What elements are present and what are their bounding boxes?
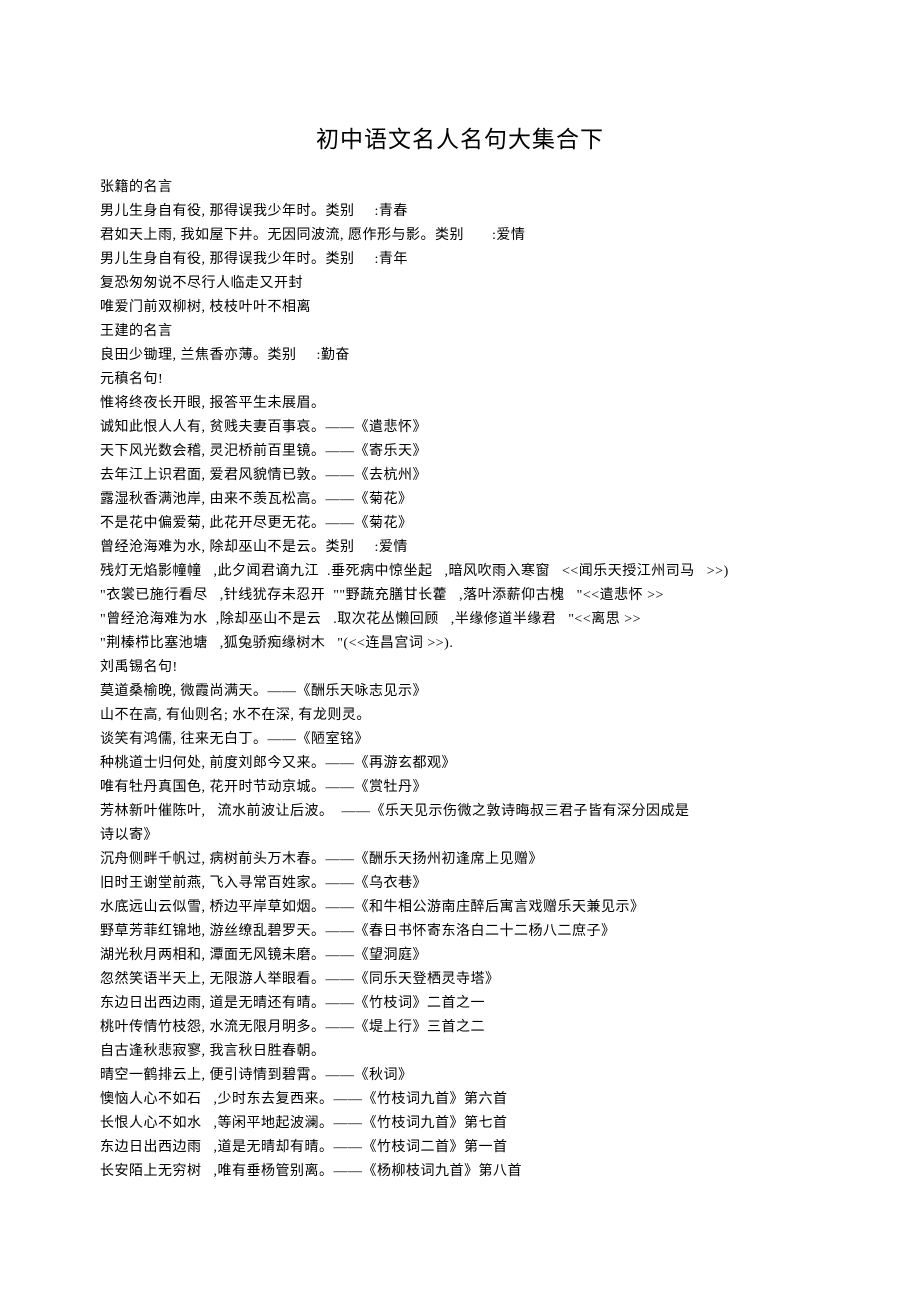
text-line: 桃叶传情竹枝怨, 水流无限月明多。——《堤上行》三首之二 <box>100 1016 820 1040</box>
text-line: 晴空一鹤排云上, 便引诗情到碧霄。——《秋词》 <box>100 1064 820 1088</box>
text-line: 自古逢秋悲寂寥, 我言秋日胜春朝。 <box>100 1040 820 1064</box>
text-line: 张籍的名言 <box>100 176 820 200</box>
text-line: 种桃道士归何处, 前度刘郎今又来。——《再游玄都观》 <box>100 752 820 776</box>
text-line: 诚知此恨人人有, 贫贱夫妻百事哀。——《遣悲怀》 <box>100 416 820 440</box>
text-line: 王建的名言 <box>100 320 820 344</box>
text-line: 谈笑有鸿儒, 往来无白丁。——《陋室铭》 <box>100 728 820 752</box>
text-line: 唯有牡丹真国色, 花开时节动京城。——《赏牡丹》 <box>100 776 820 800</box>
text-line: 长安陌上无穷树 ,唯有垂杨管别离。——《杨柳枝词九首》第八首 <box>100 1160 820 1184</box>
text-line: 懊恼人心不如石 ,少时东去复西来。——《竹枝词九首》第六首 <box>100 1088 820 1112</box>
text-line: 良田少锄理, 兰焦香亦薄。类别 :勤奋 <box>100 344 820 368</box>
text-line: 男儿生身自有役, 那得误我少年时。类别 :青年 <box>100 248 820 272</box>
text-line: 天下风光数会稽, 灵汜桥前百里镜。——《寄乐天》 <box>100 440 820 464</box>
document-page: 初中语文名人名句大集合下 张籍的名言男儿生身自有役, 那得误我少年时。类别 :青… <box>0 0 920 1303</box>
text-line: 湖光秋月两相和, 潭面无风镜未磨。——《望洞庭》 <box>100 944 820 968</box>
body-text: 张籍的名言男儿生身自有役, 那得误我少年时。类别 :青春君如天上雨, 我如屋下井… <box>100 176 820 1184</box>
page-title: 初中语文名人名句大集合下 <box>100 120 820 154</box>
text-line: 残灯无焰影幢幢 ,此夕闻君谪九江 .垂死病中惊坐起 ,暗风吹雨入寒窗 <<闻乐天… <box>100 560 820 584</box>
text-line: 曾经沧海难为水, 除却巫山不是云。类别 :爱情 <box>100 536 820 560</box>
text-line: 东边日出西边雨, 道是无晴还有晴。——《竹枝词》二首之一 <box>100 992 820 1016</box>
text-line: 不是花中偏爱菊, 此花开尽更无花。——《菊花》 <box>100 512 820 536</box>
text-line: 东边日出西边雨 ,道是无晴却有晴。——《竹枝词二首》第一首 <box>100 1136 820 1160</box>
text-line: 长恨人心不如水 ,等闲平地起波澜。——《竹枝词九首》第七首 <box>100 1112 820 1136</box>
text-line: 露湿秋香满池岸, 由来不羡瓦松高。——《菊花》 <box>100 488 820 512</box>
text-line: 诗以寄》 <box>100 824 820 848</box>
text-line: "衣裳已施行看尽 ,针线犹存未忍开 ""野蔬充膳甘长藿 ,落叶添薪仰古槐 "<<… <box>100 584 820 608</box>
text-line: 去年江上识君面, 爱君风貌情已敦。——《去杭州》 <box>100 464 820 488</box>
text-line: 忽然笑语半天上, 无限游人举眼看。——《同乐天登栖灵寺塔》 <box>100 968 820 992</box>
text-line: 君如天上雨, 我如屋下井。无因同波流, 愿作形与影。类别 :爱情 <box>100 224 820 248</box>
text-line: 唯爱门前双柳树, 枝枝叶叶不相离 <box>100 296 820 320</box>
text-line: 莫道桑榆晚, 微霞尚满天。——《酬乐天咏志见示》 <box>100 680 820 704</box>
text-line: 沉舟侧畔千帆过, 病树前头万木春。——《酬乐天扬州初逢席上见赠》 <box>100 848 820 872</box>
text-line: 野草芳菲红锦地, 游丝缭乱碧罗天。——《春日书怀寄东洛白二十二杨八二庶子》 <box>100 920 820 944</box>
text-line: "曾经沧海难为水 ,除却巫山不是云 .取次花丛懒回顾 ,半缘修道半缘君 "<<离… <box>100 608 820 632</box>
text-line: 复恐匆匆说不尽行人临走又开封 <box>100 272 820 296</box>
text-line: "荆榛栉比塞池塘 ,狐兔骄痴缘树木 "(<<连昌宫词 >>). <box>100 632 820 656</box>
text-line: 水底远山云似雪, 桥边平岸草如烟。——《和牛相公游南庄醉后寓言戏赠乐天兼见示》 <box>100 896 820 920</box>
text-line: 元稹名句! <box>100 368 820 392</box>
text-line: 山不在高, 有仙则名; 水不在深, 有龙则灵。 <box>100 704 820 728</box>
text-line: 惟将终夜长开眼, 报答平生未展眉。 <box>100 392 820 416</box>
text-line: 刘禹锡名句! <box>100 656 820 680</box>
text-line: 旧时王谢堂前燕, 飞入寻常百姓家。——《乌衣巷》 <box>100 872 820 896</box>
text-line: 芳林新叶催陈叶, 流水前波让后波。 ——《乐天见示伤微之敦诗晦叔三君子皆有深分因… <box>100 800 820 824</box>
text-line: 男儿生身自有役, 那得误我少年时。类别 :青春 <box>100 200 820 224</box>
